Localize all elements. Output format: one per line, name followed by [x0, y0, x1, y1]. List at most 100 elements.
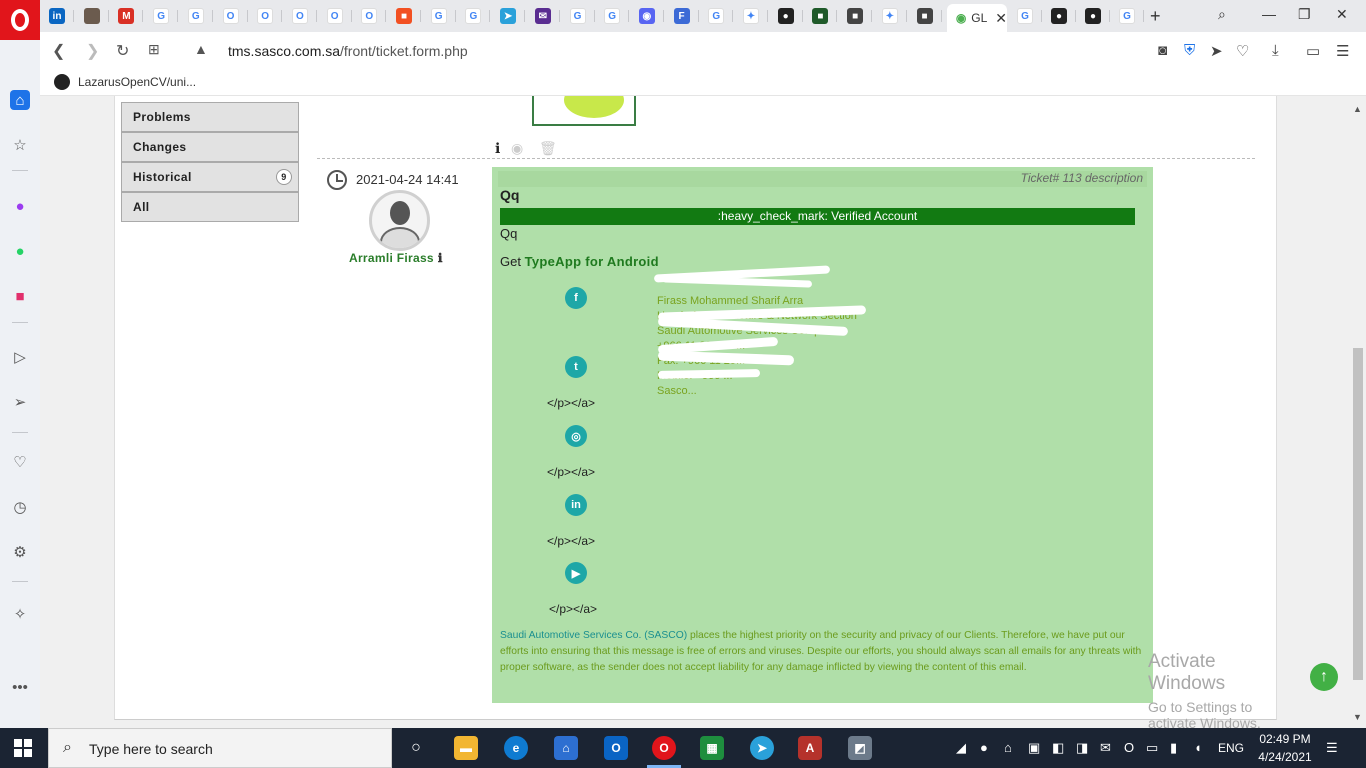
- browser-tab[interactable]: [75, 4, 109, 28]
- forward-icon[interactable]: ❯: [86, 41, 99, 61]
- browser-tab[interactable]: G: [699, 4, 734, 28]
- browser-tab[interactable]: ●: [1076, 4, 1110, 28]
- settings-gear-icon[interactable]: ⚙: [10, 542, 30, 562]
- tab-active[interactable]: ◉ GL ✕: [947, 4, 1007, 32]
- messenger-icon[interactable]: ●: [10, 196, 30, 216]
- url-field[interactable]: tms.sasco.com.sa/front/ticket.form.php: [228, 43, 468, 59]
- trash-icon[interactable]: 🗑: [539, 140, 557, 157]
- browser-tab[interactable]: ■: [387, 4, 421, 28]
- disclaimer-company-link[interactable]: Saudi Automotive Services Co. (SASCO): [500, 630, 687, 641]
- notifications-icon[interactable]: ☰: [1326, 740, 1338, 756]
- lightbulb-icon[interactable]: ✧: [10, 604, 30, 624]
- back-icon[interactable]: ❮: [52, 41, 65, 61]
- scrollbar-thumb[interactable]: [1353, 348, 1363, 680]
- browser-tab[interactable]: ✉: [526, 4, 560, 28]
- instagram-icon[interactable]: ■: [10, 286, 30, 306]
- send-sidebar-icon[interactable]: ➢: [10, 392, 30, 412]
- shield-icon[interactable]: ⛨: [1184, 42, 1195, 59]
- history-icon[interactable]: ◷: [10, 497, 30, 517]
- browser-tab[interactable]: O: [248, 4, 283, 28]
- browser-tab[interactable]: O: [283, 4, 317, 28]
- file-explorer-icon[interactable]: ▬: [454, 736, 478, 760]
- browser-tab[interactable]: ■: [908, 4, 942, 28]
- opera-logo-icon[interactable]: [0, 0, 40, 40]
- page-scrollbar[interactable]: ▲ ▼: [1350, 96, 1366, 728]
- browser-tab[interactable]: ◉: [630, 4, 664, 28]
- browser-tab[interactable]: ●: [769, 4, 803, 28]
- telegram-taskbar-icon[interactable]: ➤: [750, 736, 774, 760]
- browser-tab[interactable]: G: [422, 4, 456, 28]
- instagram-icon[interactable]: ◎: [565, 425, 587, 447]
- battery-icon[interactable]: ▭: [1306, 42, 1320, 60]
- taskbar-search[interactable]: ⌕ Type here to search: [48, 728, 392, 768]
- menu-changes[interactable]: Changes: [121, 132, 299, 162]
- browser-tab[interactable]: ■: [803, 4, 838, 28]
- battery-tray-icon[interactable]: ▮: [1170, 740, 1177, 756]
- home-icon[interactable]: ⌂: [10, 90, 30, 110]
- youtube-icon[interactable]: ▶: [565, 562, 587, 584]
- browser-tab[interactable]: ■: [838, 4, 873, 28]
- browser-tab[interactable]: O: [318, 4, 352, 28]
- scroll-up-arrow-icon[interactable]: ▲: [1353, 104, 1362, 114]
- tray-app-icon[interactable]: ◨: [1076, 740, 1088, 756]
- browser-tab[interactable]: ➤: [491, 4, 526, 28]
- browser-tab[interactable]: ✦: [734, 4, 768, 28]
- browser-tab[interactable]: G: [595, 4, 630, 28]
- bookmark-item[interactable]: LazarusOpenCV/uni...: [54, 74, 196, 90]
- telegram-tray-icon[interactable]: ●: [980, 740, 988, 755]
- wifi-tray-icon[interactable]: ◢: [956, 740, 966, 756]
- browser-tab[interactable]: ✦: [873, 4, 907, 28]
- camera-icon[interactable]: ◙: [1158, 42, 1167, 59]
- send-icon[interactable]: ➤: [1210, 42, 1223, 60]
- author-name[interactable]: Arramli Firass ℹ: [349, 251, 443, 265]
- edge-icon[interactable]: e: [504, 736, 528, 760]
- tray-app-icon[interactable]: ◧: [1052, 740, 1064, 756]
- image-app-icon[interactable]: ◩: [848, 736, 872, 760]
- windows-start-icon[interactable]: [14, 739, 32, 757]
- outlook-tray-icon[interactable]: O: [1124, 740, 1134, 755]
- scroll-down-arrow-icon[interactable]: ▼: [1353, 712, 1362, 722]
- menu-all[interactable]: All: [121, 192, 299, 222]
- browser-tab[interactable]: G: [1110, 4, 1144, 28]
- outlook-icon[interactable]: O: [604, 736, 628, 760]
- taskbar-time[interactable]: 02:49 PM: [1256, 732, 1314, 746]
- more-icon[interactable]: •••: [10, 677, 30, 697]
- browser-tab[interactable]: G: [561, 4, 595, 28]
- warning-icon[interactable]: ▲: [194, 41, 208, 57]
- browser-tab[interactable]: G: [179, 4, 213, 28]
- favorites-heart-icon[interactable]: ♡: [10, 452, 30, 472]
- screenshot-tray-icon[interactable]: ▣: [1028, 740, 1040, 756]
- typeapp-link[interactable]: TypeApp for Android: [525, 254, 659, 269]
- network-tray-icon[interactable]: ⌂: [1004, 740, 1012, 755]
- new-tab-button[interactable]: +: [1150, 6, 1161, 27]
- heart-icon[interactable]: ♡: [1236, 42, 1249, 60]
- browser-tab[interactable]: O: [352, 4, 387, 28]
- tabs-grid-icon[interactable]: ⊞: [148, 41, 160, 58]
- linkedin-icon[interactable]: in: [565, 494, 587, 516]
- info-icon[interactable]: ℹ: [495, 140, 500, 157]
- browser-tab[interactable]: ●: [1042, 4, 1076, 28]
- author-info-icon[interactable]: ℹ: [438, 251, 443, 265]
- network-app-icon[interactable]: ⌂: [554, 736, 578, 760]
- reload-icon[interactable]: ↻: [116, 41, 129, 61]
- menu-problems[interactable]: Problems: [121, 102, 299, 132]
- view-eye-icon[interactable]: ◉: [511, 140, 523, 157]
- easy-setup-icon[interactable]: ☰: [1336, 42, 1349, 60]
- restore-button[interactable]: ❐: [1298, 6, 1311, 23]
- language-indicator[interactable]: ENG: [1218, 741, 1244, 755]
- browser-tab[interactable]: G: [456, 4, 491, 28]
- taskbar-date[interactable]: 4/24/2021: [1256, 750, 1314, 764]
- display-tray-icon[interactable]: ▭: [1146, 740, 1158, 756]
- browser-tab[interactable]: G: [144, 4, 179, 28]
- browser-tab[interactable]: M: [109, 4, 144, 28]
- browser-tab[interactable]: in: [40, 4, 74, 28]
- opera-taskbar-icon[interactable]: O: [652, 736, 676, 760]
- browser-tab[interactable]: F: [665, 4, 699, 28]
- close-icon[interactable]: ✕: [995, 10, 1007, 27]
- facebook-icon[interactable]: f: [565, 287, 587, 309]
- player-icon[interactable]: ▷: [10, 347, 30, 367]
- mail-tray-icon[interactable]: ✉: [1100, 740, 1111, 756]
- minimize-button[interactable]: —: [1262, 6, 1276, 22]
- browser-tab[interactable]: G: [1008, 4, 1042, 28]
- whatsapp-icon[interactable]: ●: [10, 241, 30, 261]
